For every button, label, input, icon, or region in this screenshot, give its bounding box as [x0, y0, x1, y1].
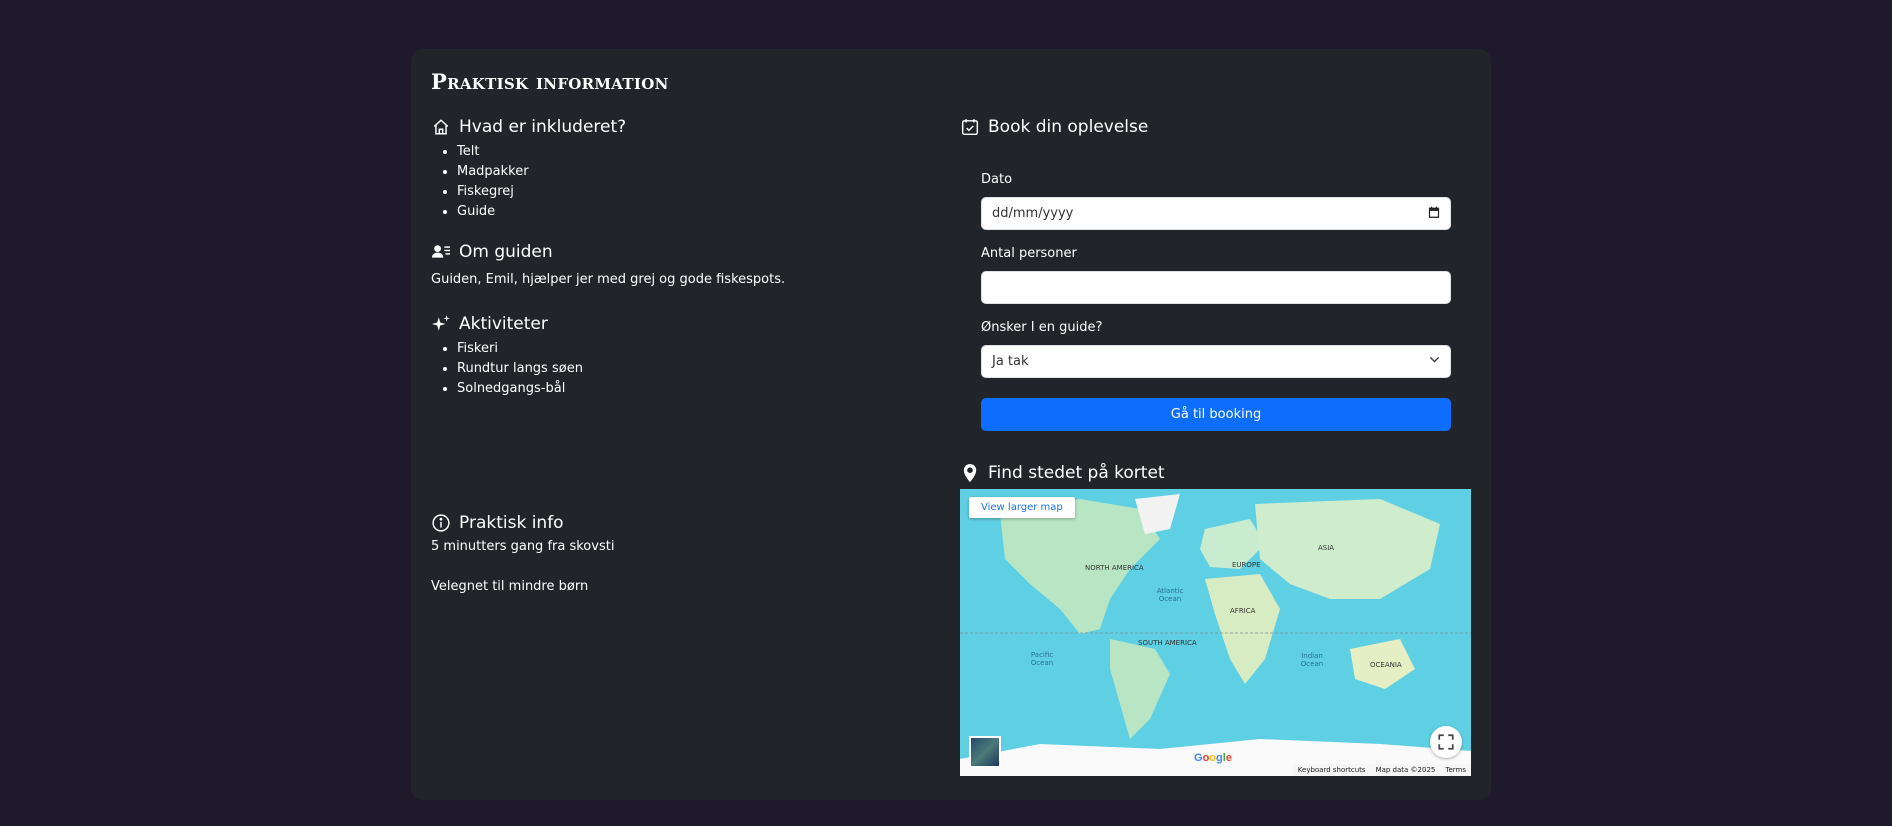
world-map-graphic: [960, 494, 1471, 776]
map-heading: Find stedet på kortet: [960, 461, 1165, 485]
map-section: Find stedet på kortet NORTH AMERICA SOUT…: [960, 463, 1471, 803]
satellite-toggle[interactable]: [969, 736, 1001, 768]
list-item: Fiskeri: [457, 339, 931, 359]
persons-input[interactable]: [981, 271, 1451, 304]
google-logo: Google: [1194, 752, 1232, 764]
guide-section: Om guiden Guiden, Emil, hjælper jer med …: [431, 240, 931, 290]
activities-heading: Aktiviteter: [431, 312, 931, 336]
fullscreen-icon: [1438, 734, 1454, 750]
list-item: Rundtur langs søen: [457, 359, 931, 379]
guide-text: Guiden, Emil, hjælper jer med grej og go…: [431, 272, 786, 287]
activities-heading-text: Aktiviteter: [459, 314, 548, 334]
date-label: Dato: [981, 172, 1013, 187]
map-label-south-america: SOUTH AMERICA: [1138, 639, 1197, 647]
list-item: Madpakker: [457, 162, 931, 182]
practical-line: Velegnet til mindre børn: [431, 579, 589, 594]
booking-form: Dato dd/mm/yyyy Antal personer Ønsker I …: [981, 171, 1451, 431]
fullscreen-button[interactable]: [1430, 726, 1462, 758]
calendar-check-icon: [960, 117, 980, 137]
view-larger-map-link[interactable]: View larger map: [969, 497, 1075, 518]
guide-select-value: Ja tak: [992, 354, 1029, 369]
practical-heading: Praktisk info: [431, 511, 614, 535]
world-map[interactable]: NORTH AMERICA SOUTH AMERICA EUROPE ASIA …: [960, 489, 1471, 776]
guide-heading: Om guiden: [431, 240, 931, 264]
left-column: Hvad er inkluderet? Telt Madpakker Fiske…: [431, 115, 931, 594]
keyboard-shortcuts-link[interactable]: Keyboard shortcuts: [1298, 766, 1366, 774]
list-item: Guide: [457, 202, 931, 222]
info-circle-icon: [431, 513, 451, 533]
included-list: Telt Madpakker Fiskegrej Guide: [431, 142, 931, 222]
map-label-atlantic: Atlantic Ocean: [1156, 587, 1184, 603]
activities-list: Fiskeri Rundtur langs søen Solnedgangs-b…: [431, 339, 931, 399]
practical-info-card: Praktisk information Hvad er inkluderet?…: [411, 49, 1491, 800]
activities-section: Aktiviteter Fiskeri Rundtur langs søen S…: [431, 312, 931, 399]
chevron-down-icon: [1429, 354, 1440, 369]
terms-link[interactable]: Terms: [1445, 766, 1466, 774]
booking-heading-text: Book din oplevelse: [988, 117, 1149, 137]
practical-section: Praktisk info 5 minutters gang fra skovs…: [431, 511, 614, 597]
map-label-pacific: Pacific Ocean: [1030, 651, 1054, 667]
list-item: Solnedgangs-bål: [457, 379, 931, 399]
list-item: Fiskegrej: [457, 182, 931, 202]
right-column: Book din oplevelse Dato dd/mm/yyyy Antal…: [960, 115, 1471, 776]
house-icon: [431, 117, 451, 137]
map-label-asia: ASIA: [1318, 544, 1335, 552]
map-heading-text: Find stedet på kortet: [988, 463, 1165, 483]
list-item: Telt: [457, 142, 931, 162]
sparkles-icon: [431, 314, 451, 334]
booking-heading: Book din oplevelse: [960, 115, 1471, 139]
date-placeholder: dd/mm/yyyy: [992, 206, 1074, 221]
person-lines-icon: [431, 242, 451, 262]
practical-heading-text: Praktisk info: [459, 513, 564, 533]
map-label-africa: AFRICA: [1230, 607, 1256, 615]
map-label-oceania: OCEANIA: [1370, 661, 1402, 669]
included-heading: Hvad er inkluderet?: [431, 115, 931, 139]
practical-line: 5 minutters gang fra skovsti: [431, 539, 615, 554]
map-label-europe: EUROPE: [1232, 561, 1261, 569]
persons-label: Antal personer: [981, 246, 1077, 261]
submit-booking-button[interactable]: Gå til booking: [981, 398, 1451, 431]
map-pin-icon: [960, 463, 980, 483]
map-footer: Keyboard shortcuts Map data ©2025 Terms: [1292, 764, 1471, 776]
guide-heading-text: Om guiden: [459, 242, 553, 262]
map-label-indian: Indian Ocean: [1300, 652, 1324, 668]
guide-select[interactable]: Ja tak: [981, 345, 1451, 378]
card-title: Praktisk information: [431, 69, 669, 94]
included-section: Hvad er inkluderet? Telt Madpakker Fiske…: [431, 115, 931, 222]
map-data-text: Map data ©2025: [1375, 766, 1436, 774]
date-input[interactable]: dd/mm/yyyy: [981, 197, 1451, 230]
map-label-north-america: NORTH AMERICA: [1085, 564, 1144, 572]
guide-select-label: Ønsker I en guide?: [981, 320, 1103, 335]
calendar-icon[interactable]: [1428, 206, 1440, 222]
included-heading-text: Hvad er inkluderet?: [459, 117, 627, 137]
